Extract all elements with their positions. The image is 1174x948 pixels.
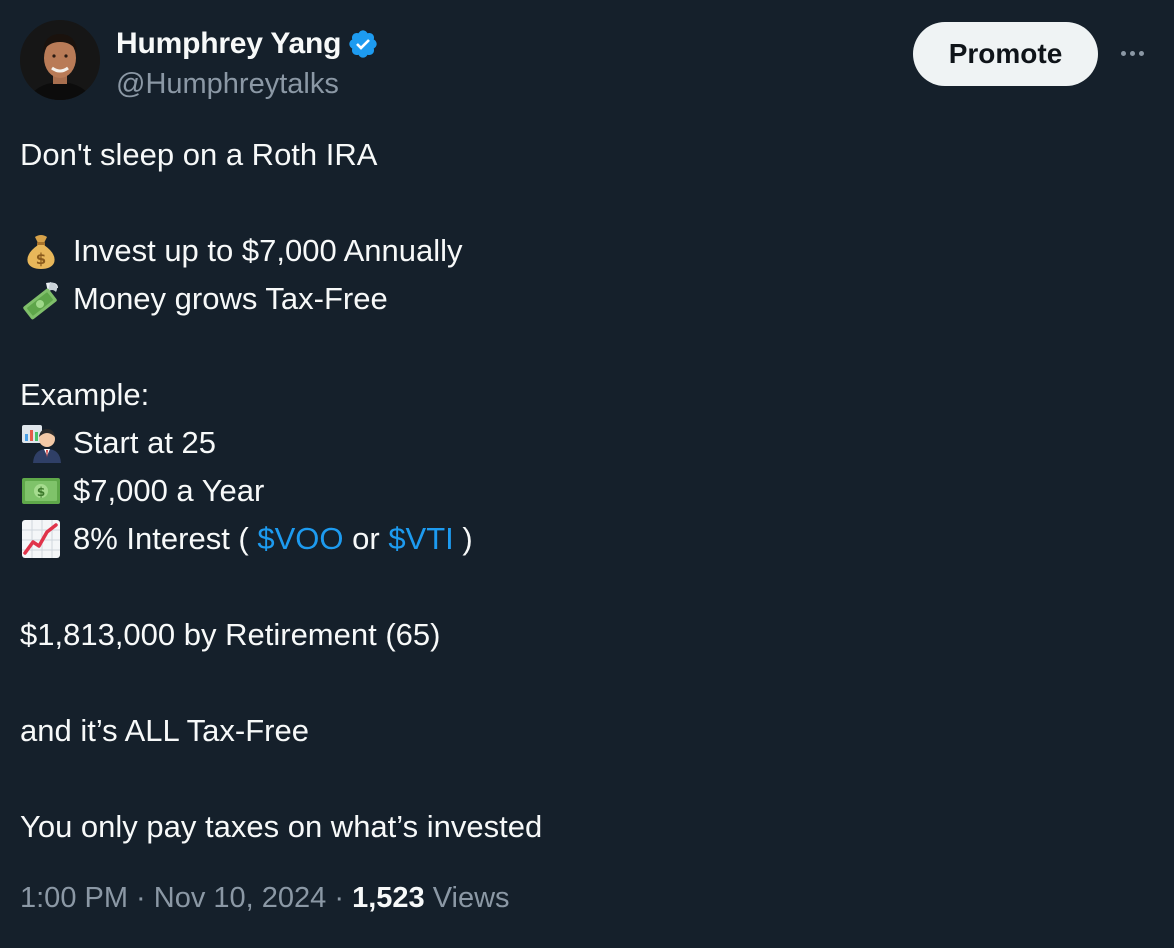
tweet-header: Humphrey Yang @Humphreytalks Promote bbox=[20, 20, 1154, 104]
tweet-line: $ Invest up to $7,000 Annually bbox=[20, 227, 1154, 275]
tweet-line-text: 8% Interest ( bbox=[73, 521, 258, 556]
user-handle[interactable]: @Humphreytalks bbox=[116, 68, 379, 101]
verified-badge-icon[interactable] bbox=[347, 28, 379, 60]
tweet-text: Don't sleep on a Roth IRA $ Invest up to… bbox=[20, 131, 1154, 851]
tweet-time-link[interactable]: 1:00 PM bbox=[20, 882, 128, 914]
more-options-icon[interactable] bbox=[1114, 38, 1150, 68]
tweet-line: $ $7,000 a Year bbox=[20, 467, 1154, 515]
meta-separator: · bbox=[326, 882, 353, 914]
tweet-line: 8% Interest ( $VOO or $VTI ) bbox=[20, 515, 1154, 563]
tweet-line: $1,813,000 by Retirement (65) bbox=[20, 611, 1154, 659]
more-dot bbox=[1129, 50, 1135, 56]
avatar[interactable] bbox=[20, 20, 100, 100]
meta-separator: · bbox=[128, 882, 154, 914]
tweet-date-link[interactable]: Nov 10, 2024 bbox=[154, 882, 327, 914]
promote-button[interactable]: Promote bbox=[913, 22, 1098, 86]
display-name-row: Humphrey Yang bbox=[116, 26, 379, 62]
tweet-line-text: Start at 25 bbox=[73, 425, 217, 460]
cashtag-vti-link[interactable]: $VTI bbox=[388, 515, 453, 563]
views-count[interactable]: 1,523 bbox=[352, 882, 425, 914]
office-worker-icon bbox=[20, 422, 62, 464]
svg-text:$: $ bbox=[37, 485, 45, 499]
author-names: Humphrey Yang @Humphreytalks bbox=[116, 26, 379, 101]
tweet-line: and it’s ALL Tax-Free bbox=[20, 707, 1154, 755]
tweet-line-text: Money grows Tax-Free bbox=[73, 281, 388, 316]
tweet-line: You only pay taxes on what’s invested bbox=[20, 803, 1154, 851]
money-bag-icon: $ bbox=[20, 230, 62, 272]
tweet-line-text: Example: bbox=[20, 377, 150, 412]
cashtag-voo-link[interactable]: $VOO bbox=[257, 515, 343, 563]
money-with-wings-icon bbox=[20, 278, 62, 320]
tweet-line: Money grows Tax-Free bbox=[20, 275, 1154, 323]
svg-text:$: $ bbox=[36, 250, 46, 268]
tweet-line-text: $7,000 a Year bbox=[73, 473, 265, 508]
chart-increasing-icon bbox=[20, 518, 62, 560]
views-spacer bbox=[425, 882, 433, 914]
more-dot bbox=[1138, 50, 1144, 56]
views-label: Views bbox=[432, 882, 510, 914]
display-name[interactable]: Humphrey Yang bbox=[116, 27, 341, 61]
tweet-line-text: and it’s ALL Tax-Free bbox=[20, 713, 309, 748]
tweet-line-text: or bbox=[343, 521, 389, 556]
tweet-line-text: Invest up to $7,000 Annually bbox=[73, 233, 463, 268]
tweet-line-text: Don't sleep on a Roth IRA bbox=[20, 137, 378, 172]
more-dot bbox=[1120, 50, 1126, 56]
dollar-banknote-icon: $ bbox=[20, 470, 62, 512]
tweet-line: Start at 25 bbox=[20, 419, 1154, 467]
tweet-line: Don't sleep on a Roth IRA bbox=[20, 131, 1154, 179]
tweet-line-text: ) bbox=[453, 521, 473, 556]
tweet-meta: 1:00 PM · Nov 10, 2024 · 1,523 Views bbox=[20, 882, 510, 915]
tweet-line: Example: bbox=[20, 371, 1154, 419]
tweet-line-text: You only pay taxes on what’s invested bbox=[20, 809, 543, 844]
tweet-line-text: $1,813,000 by Retirement (65) bbox=[20, 617, 441, 652]
